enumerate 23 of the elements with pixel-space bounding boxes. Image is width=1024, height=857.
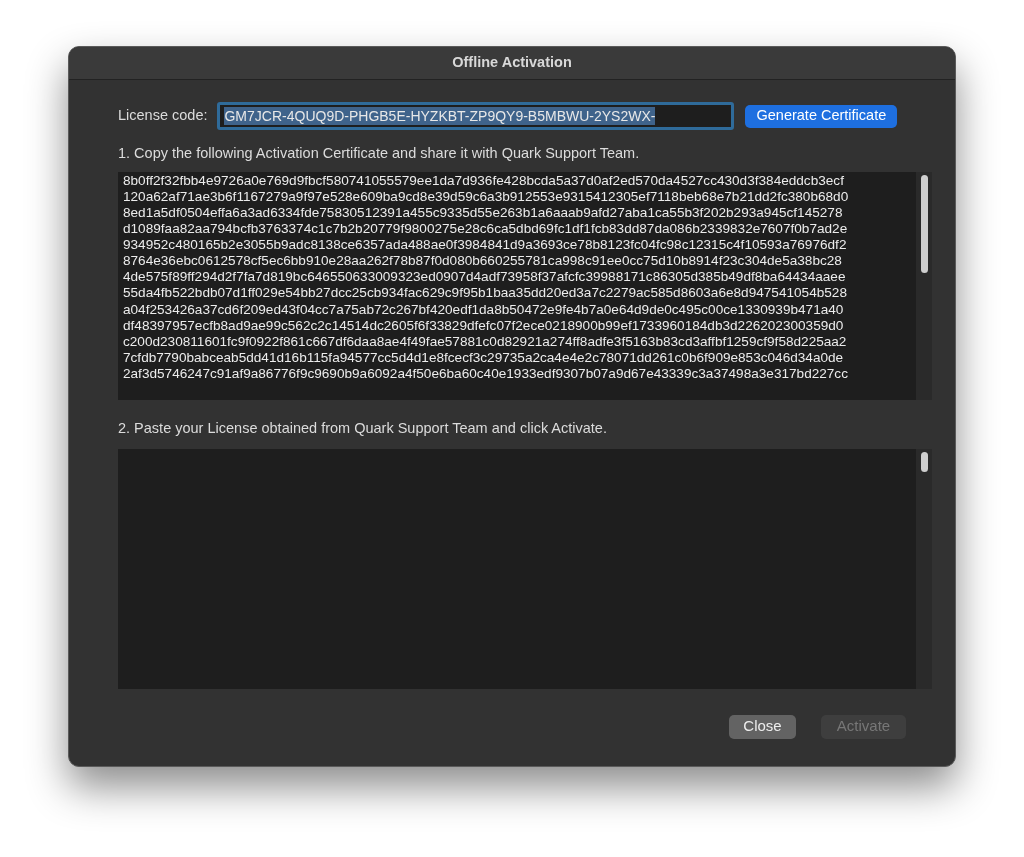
certificate-line: c200d230811601fc9f0922f861c667df6daa8ae4f49fae57881c0d82921a274ff8adfe3f5163b83cd3affbf1259cf9f58d225aa2 [123, 333, 847, 350]
window-title: Offline Activation [452, 53, 572, 73]
certificate-line: 120a62af71ae3b6f1167279a9f97e528e609ba9cd8e39d59c6a3b912553e9315412305ef7118beb68e7b21dd2fc380b68d0 [123, 188, 849, 205]
dialog-button[interactable]: Close [729, 714, 796, 739]
certificate-line: 7cfdb7790babceab5dd41d16b115fa94577cc5d4d1e8fcecf3c29735a2ca4e4e2c78071dd261c0b6f909e853c046d34a0de [123, 349, 844, 366]
certificate-line: 4de575f89ff294d2f7fa7d819bc646550633009323ed0907d4adf73958f37afcfc39988171c86305d385b49df8ba64434aaee [123, 269, 846, 286]
scrollbar-thumb[interactable] [920, 174, 928, 273]
certificate-text-area[interactable] [118, 171, 932, 400]
certificate-line: 55da4fb522bdb07d1ff029e54bb27dcc25cb934fac629c9f95b1baa35dd20ed3a7c2279ac585d8603a6e8d947541054b528 [123, 285, 847, 302]
certificate-line: 2af3d5746247c91af9a86776f9c9690b9a6092a4f50e6ba60c40e1933edf9307b07a9d67e43339c3a37498a3e317bd227cc [123, 365, 848, 382]
certificate-line: a04f253426a37cd6f209ed43f04cc7a75ab72c267bf420edf1da8b50472e9fe4b7a0e64d9de0c495c00ce1330939b471a40 [123, 301, 844, 318]
license-label: License code: [118, 106, 208, 126]
generate-certificate-button[interactable]: Generate Certificate [745, 104, 898, 128]
step-2-instruction: 2. Paste your License obtained from Quark Support Team and click Activate. [118, 418, 608, 438]
certificate-line: 8ed1a5df0504effa6a3ad6334fde75830512391a455c9335d55e263b1a6aaab9afd27aba1ca55b3f202b293a945cf145278 [123, 204, 843, 222]
step-1-instruction: 1. Copy the following Activation Certificate and share it with Quark Support Team. [118, 144, 641, 163]
certificate-line: d1089faa82aa794bcfb3763374c1c7b2b20779f9800275e28c6ca5dbd69fc1df1fcb83dd87da086b2339832e7607f0b7ad2e [123, 221, 848, 238]
certificate-line: df48397957ecfb8ad9ae99c562c2c14514dc2605f6f33829dfefc07f2ece0218900b99ef1733960184db3d226202300359d0 [123, 317, 844, 334]
certificate-line: 8b0ff2f32fbb4e9726a0e769d9fbcf580741055579ee1da7d936fe428bcda5a37d0af2ed570da4527cc430d3f384eddcb3ecf [123, 172, 844, 189]
license-code-field[interactable]: GM7JCR-4QUQ9D-PHGB5E-HYZKBT-ZP9QY9-B5MBWU-2YS2WX- [217, 102, 735, 130]
certificate-line: 8764e36ebc0612578cf5ec6bb910e28aa262f78b87f0d080b660255781ca998c91ee0cc75d10b8914f23c304de5a38bc28 [123, 253, 842, 270]
scrollbar-thumb[interactable] [920, 451, 928, 472]
certificate-line: 934952c480165b2e3055b9adc8138ce6357ada488ae0f3984841d9a3693ce78b8123fc04fc98c12315c4f10593a76976df2 [123, 237, 847, 254]
